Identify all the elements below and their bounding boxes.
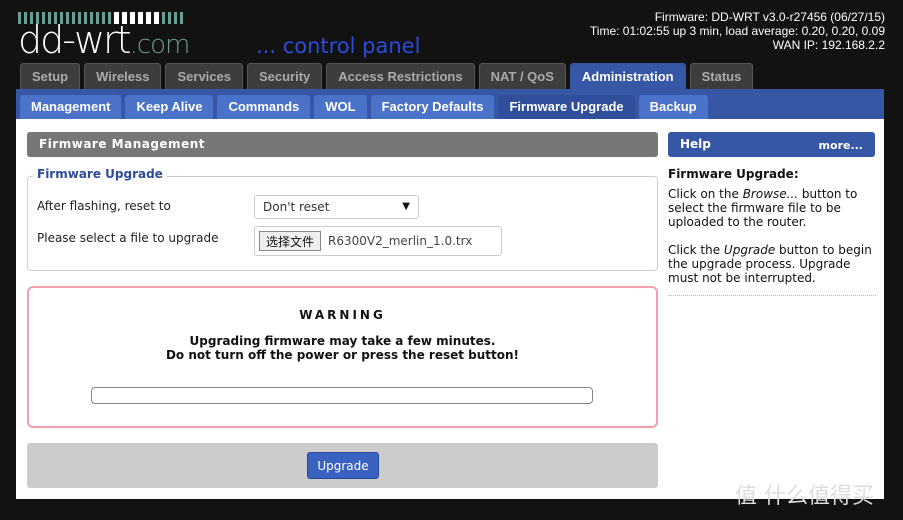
top-nav: Setup Wireless Services Security Access Rest…: [20, 63, 754, 89]
subtab-backup[interactable]: Backup: [638, 95, 708, 119]
section-title: Firmware Management: [27, 132, 658, 157]
tab-setup[interactable]: Setup: [20, 63, 81, 89]
tagline: ... control panel: [256, 34, 421, 58]
tab-access-restrictions[interactable]: Access Restrictions: [326, 63, 475, 89]
wan-ip: WAN IP: 192.168.2.2: [772, 38, 885, 52]
warning-line: Do not turn off the power or press the r…: [165, 348, 520, 362]
router-info: Firmware: DD-WRT v3.0-r27456 (06/27/15) …: [590, 10, 885, 52]
fieldset-legend: Firmware Upgrade: [33, 167, 167, 181]
reset-value: Don't reset: [263, 200, 330, 214]
tab-security[interactable]: Security: [246, 63, 323, 89]
uptime: Time: 01:02:55 up 3 min, load average: 0…: [589, 24, 885, 38]
tab-wireless[interactable]: Wireless: [84, 63, 162, 89]
subtab-wol[interactable]: WOL: [314, 95, 367, 119]
warning-title: WARNING: [299, 308, 386, 322]
upgrade-button[interactable]: Upgrade: [307, 452, 379, 479]
subtab-commands[interactable]: Commands: [217, 95, 311, 119]
tab-services[interactable]: Services: [165, 63, 243, 89]
subtab-keep-alive[interactable]: Keep Alive: [125, 95, 214, 119]
subtab-firmware-upgrade[interactable]: Firmware Upgrade: [498, 95, 635, 119]
dropdown-arrow-icon: ▼: [402, 201, 410, 212]
tab-administration[interactable]: Administration: [569, 63, 686, 89]
sub-nav: Management Keep Alive Commands WOL Factory D…: [20, 95, 708, 119]
help-header: Help more...: [668, 132, 875, 157]
choose-file-button[interactable]: 选择文件: [259, 231, 322, 251]
ddwrt-logo: dd-wrt.com: [18, 12, 190, 61]
help-more-link[interactable]: more...: [819, 133, 863, 158]
reset-label: After flashing, reset to: [37, 199, 171, 213]
help-content: Firmware Upgrade: Click on the Browse...…: [668, 167, 876, 296]
subtab-factory-defaults[interactable]: Factory Defaults: [370, 95, 495, 119]
help-paragraph: Click the Upgrade button to begin the up…: [668, 243, 872, 285]
subtab-management[interactable]: Management: [20, 95, 122, 119]
firmware-version: Firmware: DD-WRT v3.0-r27456 (06/27/15): [654, 10, 885, 24]
file-input[interactable]: 选择文件 R6300V2_merlin_1.0.trx: [254, 226, 502, 256]
help-title: Help: [680, 137, 711, 151]
reset-select[interactable]: Don't reset ▼: [254, 195, 419, 219]
progress-bar: [91, 387, 593, 404]
warning-line: Upgrading firmware may take a few minute…: [189, 334, 496, 348]
tab-nat-qos[interactable]: NAT / QoS: [478, 63, 566, 89]
file-name: R6300V2_merlin_1.0.trx: [328, 234, 473, 248]
divider: [668, 295, 876, 296]
watermark: 值 什么值得买: [735, 484, 874, 509]
help-paragraph: Click on the Browse... button to select …: [668, 187, 858, 229]
help-heading: Firmware Upgrade:: [668, 167, 799, 181]
file-label: Please select a file to upgrade: [37, 231, 219, 245]
firmware-upgrade-fieldset: [27, 176, 658, 271]
tab-status[interactable]: Status: [689, 63, 754, 89]
warning-box: WARNING Upgrading firmware may take a fe…: [27, 286, 658, 428]
